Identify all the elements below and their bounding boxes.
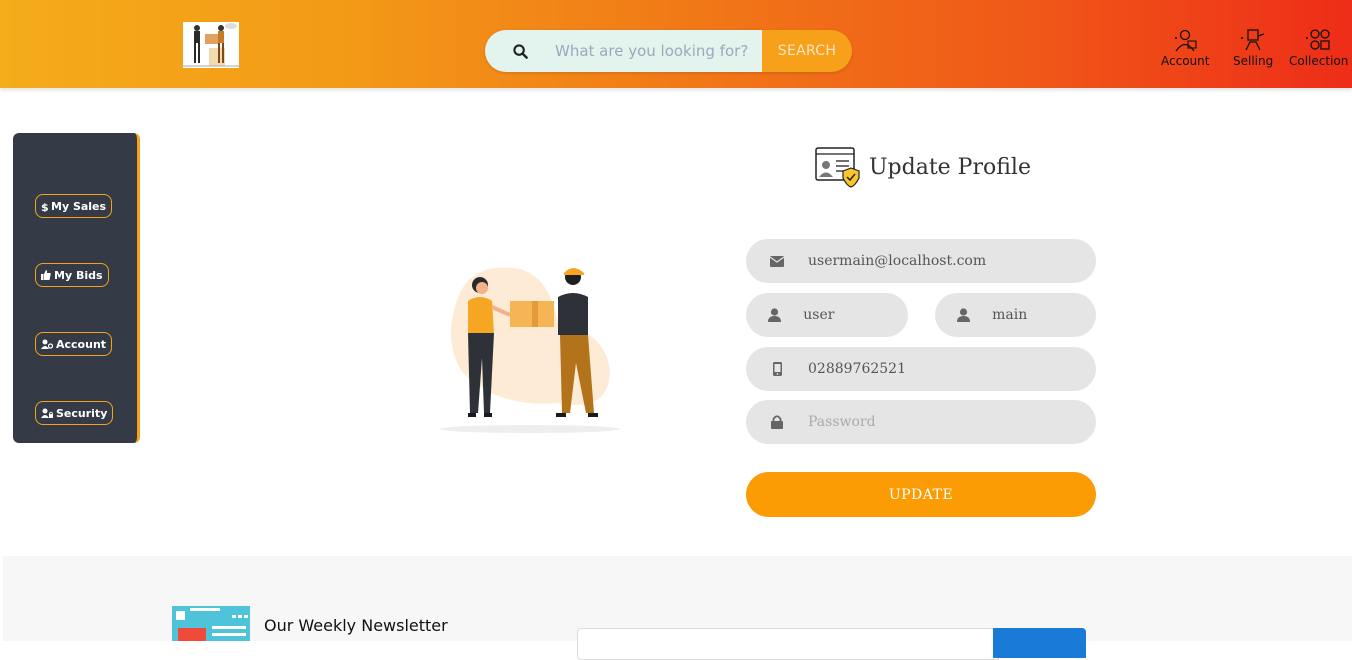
phone-field[interactable]	[746, 347, 1096, 391]
sidebar-item-label: Account	[56, 337, 107, 351]
dollar-icon: $	[41, 201, 48, 212]
lock-icon	[746, 415, 808, 429]
svg-text:$: $	[41, 201, 48, 212]
search-button[interactable]: SEARCH	[762, 30, 852, 72]
sidebar-item-label: Security	[56, 406, 108, 420]
user-icon	[935, 308, 992, 322]
last-name-input[interactable]	[992, 307, 1096, 323]
first-name-field[interactable]	[746, 293, 908, 337]
newsletter-title: Our Weekly Newsletter	[264, 616, 448, 635]
selling-icon	[1241, 29, 1265, 51]
update-button[interactable]: UPDATE	[746, 472, 1096, 517]
nav-collection-label: Collection	[1289, 54, 1349, 68]
user-lock-icon	[41, 408, 53, 418]
profile-certificate-icon	[815, 147, 860, 188]
mobile-icon	[746, 362, 808, 376]
password-input[interactable]	[808, 414, 1053, 430]
search-input[interactable]	[555, 42, 755, 60]
page-title: Update Profile	[869, 154, 1031, 180]
email-input[interactable]	[808, 253, 1053, 269]
site-logo[interactable]	[183, 20, 239, 68]
user-icon	[746, 308, 803, 322]
sidebar: $ My Sales My Bids Account Security	[13, 133, 140, 443]
first-name-input[interactable]	[803, 307, 908, 323]
nav-selling[interactable]: Selling	[1233, 28, 1273, 68]
phone-input[interactable]	[808, 361, 1053, 377]
sidebar-item-label: My Sales	[51, 199, 107, 213]
search-bar: SEARCH	[485, 30, 852, 72]
email-field[interactable]	[746, 239, 1096, 283]
newsletter-icon	[172, 606, 250, 641]
nav-account[interactable]: Account	[1161, 28, 1209, 68]
newsletter-subscribe-button[interactable]	[993, 628, 1086, 658]
nav-collection[interactable]: Collection	[1289, 28, 1348, 68]
account-icon	[1175, 29, 1197, 52]
sidebar-item-my-sales[interactable]: $ My Sales	[35, 194, 113, 218]
delivery-illustration	[438, 263, 623, 435]
password-field[interactable]	[746, 400, 1096, 444]
form-header: Update Profile	[815, 146, 1031, 188]
nav-account-label: Account	[1161, 54, 1210, 68]
collection-icon	[1305, 29, 1330, 50]
last-name-field[interactable]	[935, 293, 1096, 337]
sidebar-item-account[interactable]: Account	[35, 332, 113, 356]
header: SEARCH Account Selling Collection	[0, 0, 1352, 88]
sidebar-item-security[interactable]: Security	[35, 401, 114, 425]
user-gear-icon	[41, 339, 53, 349]
sidebar-item-label: My Bids	[54, 268, 103, 282]
thumbs-up-icon	[41, 270, 51, 280]
search-icon[interactable]	[485, 43, 555, 59]
envelope-icon	[746, 255, 808, 267]
nav-selling-label: Selling	[1233, 54, 1274, 68]
sidebar-item-my-bids[interactable]: My Bids	[35, 263, 109, 287]
newsletter-email-input[interactable]	[577, 628, 999, 660]
